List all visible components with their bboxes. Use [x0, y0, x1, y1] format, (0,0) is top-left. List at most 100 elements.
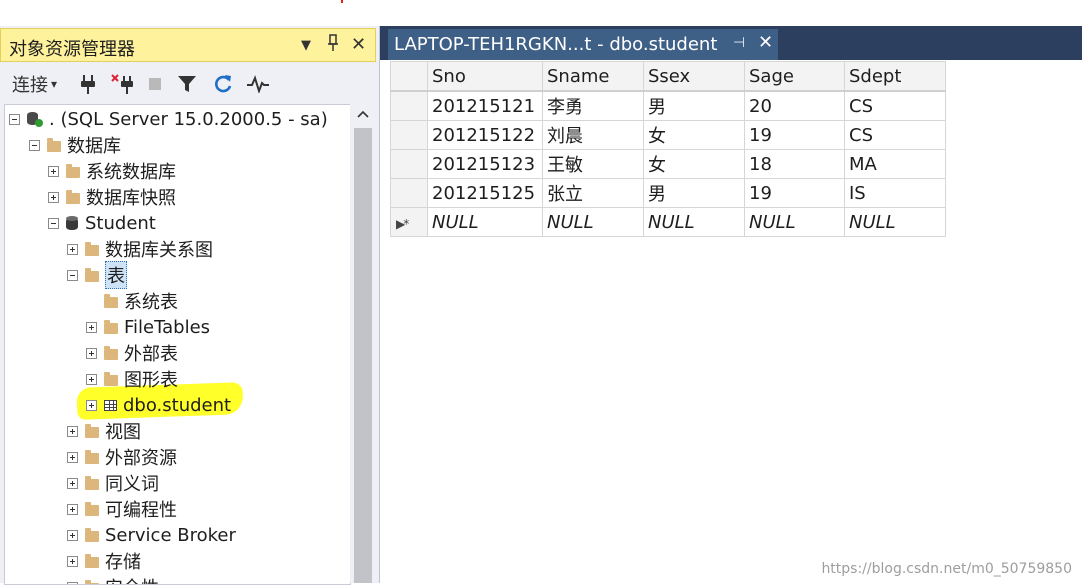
- connect-plug-icon[interactable]: [78, 72, 98, 96]
- close-panel-icon[interactable]: ✕: [351, 34, 366, 55]
- folder-icon: [47, 141, 61, 152]
- expand-icon[interactable]: [67, 452, 78, 463]
- expand-icon[interactable]: [67, 244, 78, 255]
- table-row: 201215121 李勇 男 20 CS: [391, 91, 946, 121]
- tree-label: 系统数据库: [86, 158, 176, 184]
- connect-button[interactable]: 连接▾: [12, 72, 57, 96]
- tree-node-system-databases[interactable]: 系统数据库: [48, 159, 176, 183]
- collapse-icon[interactable]: [29, 140, 40, 151]
- scroll-up-icon[interactable]: [357, 110, 369, 118]
- tree-label: 图形表: [124, 366, 178, 392]
- object-explorer-tree: . (SQL Server 15.0.2000.5 - sa) 数据库 系统数据…: [4, 104, 351, 585]
- table-cell[interactable]: MA: [845, 150, 946, 179]
- tree-node-synonyms[interactable]: 同义词: [67, 471, 159, 495]
- expand-icon[interactable]: [48, 192, 59, 203]
- tree-node-external-tables[interactable]: 外部表: [86, 341, 178, 365]
- row-selector[interactable]: [391, 179, 428, 208]
- table-cell[interactable]: IS: [845, 179, 946, 208]
- tree-node-databases[interactable]: 数据库: [29, 133, 121, 157]
- row-selector[interactable]: [391, 150, 428, 179]
- collapse-icon[interactable]: [67, 270, 78, 281]
- expand-icon[interactable]: [86, 400, 97, 411]
- table-cell[interactable]: 刘晨: [543, 121, 644, 150]
- tab-pin-icon[interactable]: ⊣: [733, 35, 745, 51]
- table-cell[interactable]: 女: [644, 121, 745, 150]
- tree-node-programmability[interactable]: 可编程性: [67, 497, 177, 521]
- tree-node-graph-tables[interactable]: 图形表: [86, 367, 178, 391]
- table-cell[interactable]: CS: [845, 91, 946, 121]
- folder-icon: [85, 453, 99, 464]
- tree-node-student-db[interactable]: Student: [48, 211, 156, 235]
- expand-icon[interactable]: [48, 166, 59, 177]
- panel-menu-icon[interactable]: ▼: [301, 38, 311, 53]
- refresh-icon[interactable]: [212, 72, 234, 96]
- expand-icon[interactable]: [67, 504, 78, 515]
- expand-icon[interactable]: [86, 322, 97, 333]
- table-cell[interactable]: 18: [745, 150, 845, 179]
- column-header-sdept[interactable]: Sdept: [845, 62, 946, 92]
- column-header-ssex[interactable]: Ssex: [644, 62, 745, 92]
- collapse-icon[interactable]: [9, 114, 20, 125]
- new-row-selector[interactable]: ▶*: [391, 208, 428, 237]
- row-selector[interactable]: [391, 121, 428, 150]
- collapse-icon[interactable]: [48, 218, 59, 229]
- expand-icon[interactable]: [67, 426, 78, 437]
- table-cell[interactable]: 女: [644, 150, 745, 179]
- column-header-sno[interactable]: Sno: [428, 62, 543, 92]
- table-cell[interactable]: 19: [745, 179, 845, 208]
- table-cell[interactable]: 201215121: [428, 91, 543, 121]
- expand-icon[interactable]: [67, 582, 78, 585]
- expand-icon[interactable]: [86, 374, 97, 385]
- expand-icon[interactable]: [67, 556, 78, 567]
- tree-node-external-resources[interactable]: 外部资源: [67, 445, 177, 469]
- table-cell[interactable]: 201215123: [428, 150, 543, 179]
- tree-node-tables[interactable]: 表: [67, 263, 127, 287]
- table-cell[interactable]: 李勇: [543, 91, 644, 121]
- expand-icon[interactable]: [86, 348, 97, 359]
- row-header-corner[interactable]: [391, 62, 428, 92]
- table-row: 201215123 王敏 女 18 MA: [391, 150, 946, 179]
- tree-scrollbar[interactable]: [350, 104, 375, 583]
- expand-icon[interactable]: [67, 530, 78, 541]
- tab-close-icon[interactable]: ✕: [758, 32, 773, 53]
- null-cell[interactable]: NULL: [543, 208, 644, 237]
- table-cell[interactable]: 王敏: [543, 150, 644, 179]
- tree-node-views[interactable]: 视图: [67, 419, 141, 443]
- table-cell[interactable]: 201215125: [428, 179, 543, 208]
- null-cell[interactable]: NULL: [845, 208, 946, 237]
- tree-node-security[interactable]: 安全性: [67, 575, 159, 585]
- filter-icon[interactable]: [176, 72, 198, 96]
- table-cell[interactable]: 男: [644, 179, 745, 208]
- tree-node-dbo-student[interactable]: dbo.student: [86, 393, 231, 417]
- tree-node-filetables[interactable]: FileTables: [86, 315, 210, 339]
- column-header-sage[interactable]: Sage: [745, 62, 845, 92]
- table-cell[interactable]: 19: [745, 121, 845, 150]
- tree-node-snapshots[interactable]: 数据库快照: [48, 185, 176, 209]
- table-cell[interactable]: 201215122: [428, 121, 543, 150]
- tree-label: 视图: [105, 418, 141, 444]
- null-cell[interactable]: NULL: [644, 208, 745, 237]
- tree-node-service-broker[interactable]: Service Broker: [67, 523, 236, 547]
- table-cell[interactable]: 张立: [543, 179, 644, 208]
- tree-node-storage[interactable]: 存储: [67, 549, 141, 573]
- expand-icon[interactable]: [67, 478, 78, 489]
- activity-monitor-icon[interactable]: [246, 72, 270, 96]
- folder-icon: [104, 375, 118, 386]
- tree-node-diagrams[interactable]: 数据库关系图: [67, 237, 213, 261]
- disconnect-icon[interactable]: [110, 72, 136, 96]
- folder-icon: [66, 167, 80, 178]
- tree-node-server[interactable]: . (SQL Server 15.0.2000.5 - sa): [9, 107, 328, 131]
- table-cell[interactable]: CS: [845, 121, 946, 150]
- table-cell[interactable]: 20: [745, 91, 845, 121]
- document-tab[interactable]: LAPTOP-TEH1RGKN...t - dbo.student ⊣ ✕: [388, 29, 778, 60]
- null-cell[interactable]: NULL: [745, 208, 845, 237]
- stop-icon[interactable]: [146, 72, 164, 96]
- null-cell[interactable]: NULL: [428, 208, 543, 237]
- row-selector[interactable]: [391, 91, 428, 121]
- column-header-sname[interactable]: Sname: [543, 62, 644, 92]
- scrollbar-thumb[interactable]: [354, 128, 372, 583]
- tree-label: 同义词: [105, 470, 159, 496]
- table-cell[interactable]: 男: [644, 91, 745, 121]
- pin-icon[interactable]: [327, 34, 339, 57]
- tree-node-system-tables[interactable]: 系统表: [86, 289, 178, 313]
